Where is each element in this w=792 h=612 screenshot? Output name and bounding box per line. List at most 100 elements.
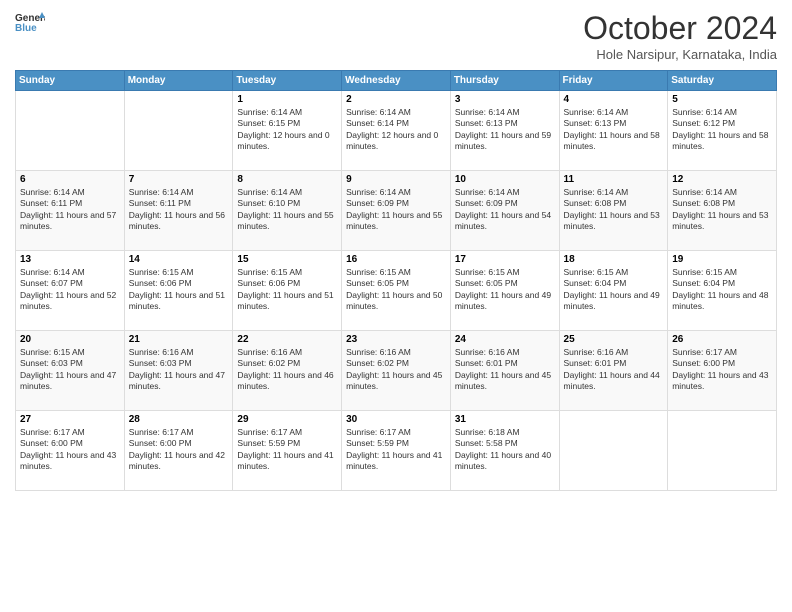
calendar-week-row: 13 Sunrise: 6:14 AMSunset: 6:07 PMDaylig… xyxy=(16,251,777,331)
day-info: Sunrise: 6:14 AMSunset: 6:11 PMDaylight:… xyxy=(129,187,229,233)
day-info: Sunrise: 6:17 AMSunset: 5:59 PMDaylight:… xyxy=(237,427,337,473)
day-number: 17 xyxy=(455,254,555,265)
calendar-cell: 2 Sunrise: 6:14 AMSunset: 6:14 PMDayligh… xyxy=(342,91,451,171)
day-info: Sunrise: 6:18 AMSunset: 5:58 PMDaylight:… xyxy=(455,427,555,473)
month-title: October 2024 xyxy=(583,10,777,47)
calendar-cell: 12 Sunrise: 6:14 AMSunset: 6:08 PMDaylig… xyxy=(668,171,777,251)
day-info: Sunrise: 6:15 AMSunset: 6:05 PMDaylight:… xyxy=(346,267,446,313)
calendar-cell: 15 Sunrise: 6:15 AMSunset: 6:06 PMDaylig… xyxy=(233,251,342,331)
calendar-cell: 20 Sunrise: 6:15 AMSunset: 6:03 PMDaylig… xyxy=(16,331,125,411)
day-info: Sunrise: 6:15 AMSunset: 6:04 PMDaylight:… xyxy=(564,267,664,313)
day-number: 14 xyxy=(129,254,229,265)
day-number: 7 xyxy=(129,174,229,185)
day-info: Sunrise: 6:14 AMSunset: 6:12 PMDaylight:… xyxy=(672,107,772,153)
day-number: 4 xyxy=(564,94,664,105)
location: Hole Narsipur, Karnataka, India xyxy=(583,47,777,62)
calendar-cell: 17 Sunrise: 6:15 AMSunset: 6:05 PMDaylig… xyxy=(450,251,559,331)
day-number: 25 xyxy=(564,334,664,345)
calendar: SundayMondayTuesdayWednesdayThursdayFrid… xyxy=(15,70,777,491)
day-number: 21 xyxy=(129,334,229,345)
calendar-cell xyxy=(124,91,233,171)
day-number: 11 xyxy=(564,174,664,185)
calendar-week-row: 1 Sunrise: 6:14 AMSunset: 6:15 PMDayligh… xyxy=(16,91,777,171)
calendar-cell: 18 Sunrise: 6:15 AMSunset: 6:04 PMDaylig… xyxy=(559,251,668,331)
calendar-cell: 28 Sunrise: 6:17 AMSunset: 6:00 PMDaylig… xyxy=(124,411,233,491)
weekday-header: Saturday xyxy=(668,71,777,91)
title-block: October 2024 Hole Narsipur, Karnataka, I… xyxy=(583,10,777,62)
day-number: 31 xyxy=(455,414,555,425)
day-number: 18 xyxy=(564,254,664,265)
day-number: 20 xyxy=(20,334,120,345)
day-info: Sunrise: 6:14 AMSunset: 6:08 PMDaylight:… xyxy=(672,187,772,233)
weekday-header: Friday xyxy=(559,71,668,91)
day-info: Sunrise: 6:17 AMSunset: 6:00 PMDaylight:… xyxy=(129,427,229,473)
calendar-cell xyxy=(668,411,777,491)
weekday-header-row: SundayMondayTuesdayWednesdayThursdayFrid… xyxy=(16,71,777,91)
weekday-header: Sunday xyxy=(16,71,125,91)
calendar-cell: 30 Sunrise: 6:17 AMSunset: 5:59 PMDaylig… xyxy=(342,411,451,491)
day-info: Sunrise: 6:15 AMSunset: 6:06 PMDaylight:… xyxy=(237,267,337,313)
day-number: 23 xyxy=(346,334,446,345)
calendar-cell: 4 Sunrise: 6:14 AMSunset: 6:13 PMDayligh… xyxy=(559,91,668,171)
day-number: 12 xyxy=(672,174,772,185)
calendar-cell: 29 Sunrise: 6:17 AMSunset: 5:59 PMDaylig… xyxy=(233,411,342,491)
day-info: Sunrise: 6:14 AMSunset: 6:14 PMDaylight:… xyxy=(346,107,446,153)
day-number: 28 xyxy=(129,414,229,425)
calendar-cell: 3 Sunrise: 6:14 AMSunset: 6:13 PMDayligh… xyxy=(450,91,559,171)
day-number: 27 xyxy=(20,414,120,425)
day-number: 30 xyxy=(346,414,446,425)
day-number: 13 xyxy=(20,254,120,265)
calendar-cell: 9 Sunrise: 6:14 AMSunset: 6:09 PMDayligh… xyxy=(342,171,451,251)
logo: General Blue xyxy=(15,10,45,34)
day-number: 10 xyxy=(455,174,555,185)
calendar-cell: 6 Sunrise: 6:14 AMSunset: 6:11 PMDayligh… xyxy=(16,171,125,251)
weekday-header: Wednesday xyxy=(342,71,451,91)
day-info: Sunrise: 6:15 AMSunset: 6:03 PMDaylight:… xyxy=(20,347,120,393)
day-info: Sunrise: 6:16 AMSunset: 6:02 PMDaylight:… xyxy=(237,347,337,393)
calendar-cell: 27 Sunrise: 6:17 AMSunset: 6:00 PMDaylig… xyxy=(16,411,125,491)
day-info: Sunrise: 6:16 AMSunset: 6:02 PMDaylight:… xyxy=(346,347,446,393)
day-info: Sunrise: 6:14 AMSunset: 6:15 PMDaylight:… xyxy=(237,107,337,153)
calendar-week-row: 27 Sunrise: 6:17 AMSunset: 6:00 PMDaylig… xyxy=(16,411,777,491)
calendar-cell: 19 Sunrise: 6:15 AMSunset: 6:04 PMDaylig… xyxy=(668,251,777,331)
day-info: Sunrise: 6:17 AMSunset: 6:00 PMDaylight:… xyxy=(672,347,772,393)
calendar-cell: 24 Sunrise: 6:16 AMSunset: 6:01 PMDaylig… xyxy=(450,331,559,411)
day-number: 2 xyxy=(346,94,446,105)
weekday-header: Thursday xyxy=(450,71,559,91)
calendar-cell: 26 Sunrise: 6:17 AMSunset: 6:00 PMDaylig… xyxy=(668,331,777,411)
calendar-cell: 5 Sunrise: 6:14 AMSunset: 6:12 PMDayligh… xyxy=(668,91,777,171)
day-number: 19 xyxy=(672,254,772,265)
calendar-cell: 23 Sunrise: 6:16 AMSunset: 6:02 PMDaylig… xyxy=(342,331,451,411)
day-info: Sunrise: 6:14 AMSunset: 6:08 PMDaylight:… xyxy=(564,187,664,233)
calendar-cell: 11 Sunrise: 6:14 AMSunset: 6:08 PMDaylig… xyxy=(559,171,668,251)
calendar-body: 1 Sunrise: 6:14 AMSunset: 6:15 PMDayligh… xyxy=(16,91,777,491)
header: General Blue October 2024 Hole Narsipur,… xyxy=(15,10,777,62)
calendar-cell xyxy=(16,91,125,171)
day-number: 16 xyxy=(346,254,446,265)
day-info: Sunrise: 6:17 AMSunset: 5:59 PMDaylight:… xyxy=(346,427,446,473)
calendar-cell: 10 Sunrise: 6:14 AMSunset: 6:09 PMDaylig… xyxy=(450,171,559,251)
day-number: 29 xyxy=(237,414,337,425)
calendar-cell: 25 Sunrise: 6:16 AMSunset: 6:01 PMDaylig… xyxy=(559,331,668,411)
day-info: Sunrise: 6:14 AMSunset: 6:10 PMDaylight:… xyxy=(237,187,337,233)
day-number: 15 xyxy=(237,254,337,265)
page: General Blue October 2024 Hole Narsipur,… xyxy=(0,0,792,612)
calendar-cell: 8 Sunrise: 6:14 AMSunset: 6:10 PMDayligh… xyxy=(233,171,342,251)
day-number: 6 xyxy=(20,174,120,185)
calendar-cell: 21 Sunrise: 6:16 AMSunset: 6:03 PMDaylig… xyxy=(124,331,233,411)
day-info: Sunrise: 6:14 AMSunset: 6:13 PMDaylight:… xyxy=(564,107,664,153)
calendar-cell: 22 Sunrise: 6:16 AMSunset: 6:02 PMDaylig… xyxy=(233,331,342,411)
calendar-cell: 16 Sunrise: 6:15 AMSunset: 6:05 PMDaylig… xyxy=(342,251,451,331)
day-info: Sunrise: 6:15 AMSunset: 6:06 PMDaylight:… xyxy=(129,267,229,313)
calendar-cell: 1 Sunrise: 6:14 AMSunset: 6:15 PMDayligh… xyxy=(233,91,342,171)
day-info: Sunrise: 6:16 AMSunset: 6:01 PMDaylight:… xyxy=(455,347,555,393)
day-info: Sunrise: 6:14 AMSunset: 6:09 PMDaylight:… xyxy=(346,187,446,233)
day-number: 24 xyxy=(455,334,555,345)
day-info: Sunrise: 6:14 AMSunset: 6:09 PMDaylight:… xyxy=(455,187,555,233)
day-info: Sunrise: 6:14 AMSunset: 6:11 PMDaylight:… xyxy=(20,187,120,233)
calendar-cell: 13 Sunrise: 6:14 AMSunset: 6:07 PMDaylig… xyxy=(16,251,125,331)
day-info: Sunrise: 6:14 AMSunset: 6:07 PMDaylight:… xyxy=(20,267,120,313)
day-number: 5 xyxy=(672,94,772,105)
day-info: Sunrise: 6:16 AMSunset: 6:03 PMDaylight:… xyxy=(129,347,229,393)
day-number: 3 xyxy=(455,94,555,105)
